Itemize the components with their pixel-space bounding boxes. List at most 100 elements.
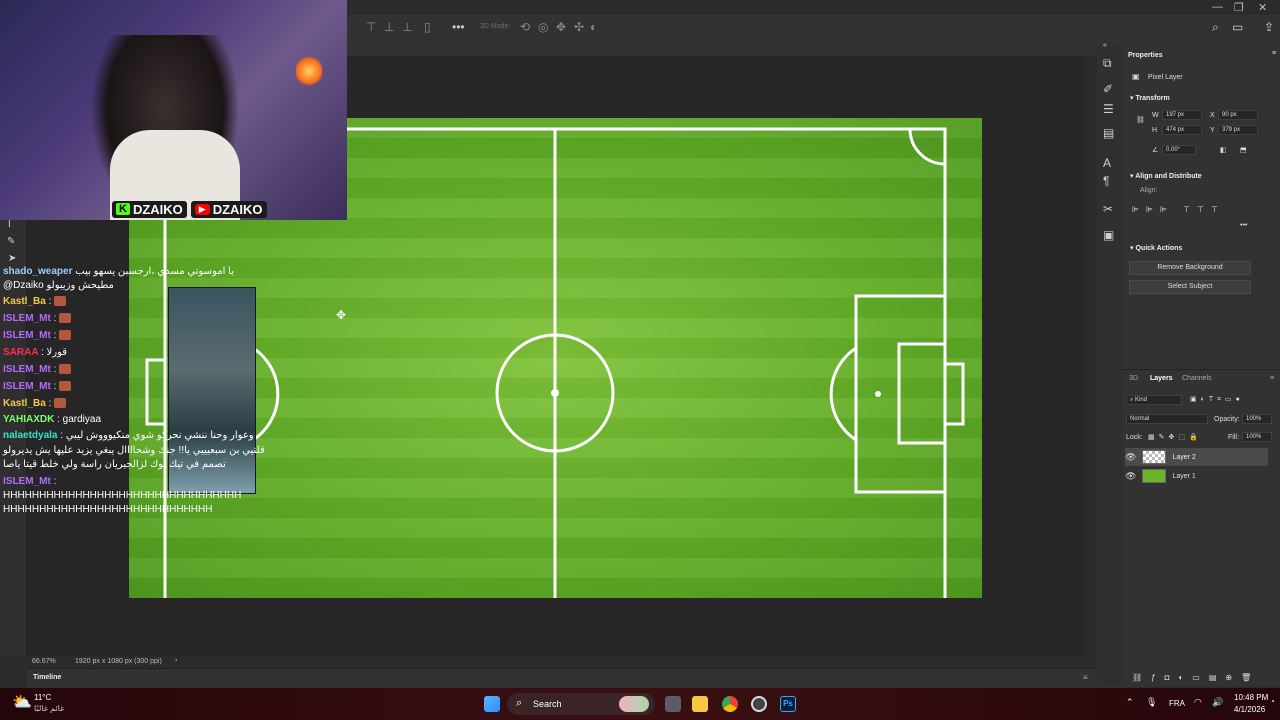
mic-icon[interactable]: 🎙 — [1146, 697, 1157, 708]
flip-vertical-icon[interactable]: ⬒ — [1240, 146, 1247, 154]
3d-camera-icon[interactable]: ◐ — [590, 20, 597, 34]
tools-icon[interactable]: ✂ — [1103, 202, 1113, 216]
chat-message: ISLEM_Mt : — [3, 364, 72, 375]
brush-icon[interactable]: ✐ — [1103, 82, 1113, 96]
tray-chevron-icon[interactable]: ⌃ — [1126, 697, 1134, 708]
chat-username: ISLEM_Mt — [3, 313, 54, 324]
tab-channels[interactable]: Channels — [1182, 375, 1212, 382]
zoom-level[interactable]: 66.67% — [32, 658, 56, 665]
3d-orbit-icon[interactable]: ⟲ — [520, 20, 530, 34]
share-icon[interactable]: ⇪ — [1264, 20, 1274, 34]
w-label: W — [1152, 112, 1159, 119]
align-right-icon[interactable]: ⊥ — [402, 20, 412, 34]
wifi-icon[interactable]: ◠ — [1194, 697, 1202, 708]
file-explorer-icon[interactable] — [692, 696, 708, 712]
more-align-icon[interactable]: ••• — [1240, 222, 1247, 229]
filter-kind-select[interactable]: ⌕ Kind — [1126, 395, 1182, 405]
opacity-field[interactable]: 100% — [1242, 414, 1272, 424]
layer-actions-icons[interactable]: ⛓ƒ◘◐▭▤⊕🗑 — [1132, 673, 1260, 682]
layer-row-1[interactable]: 👁 Layer 1 — [1125, 467, 1268, 485]
layer-row-2[interactable]: 👁 Layer 2 — [1125, 448, 1268, 466]
chat-username: Kastl_Ba — [3, 296, 49, 307]
timeline-tab[interactable]: Timeline — [33, 674, 61, 681]
align-center-icon[interactable]: ⊥ — [384, 20, 394, 34]
select-subject-button[interactable]: Select Subject — [1129, 280, 1251, 294]
properties-icon[interactable]: ▣ — [1103, 228, 1114, 242]
chat-message: ISLEM_Mt : — [3, 476, 56, 487]
filter-icons[interactable]: ▣◐T⌗▭● — [1190, 395, 1244, 404]
blend-mode-select[interactable]: Normal — [1126, 414, 1208, 424]
chat-text: يا اموسوتي مسدي ،ارجسبن يسهو بيب — [75, 266, 234, 277]
weather-icon[interactable]: ⛅ — [12, 692, 32, 712]
align-section[interactable]: ▾ Align and Distribute — [1130, 172, 1202, 180]
language-indicator[interactable]: FRA — [1169, 699, 1185, 708]
align-buttons-icon[interactable]: ⊫⊫⊫ ⊤⊤⊤ — [1132, 205, 1225, 214]
align-left-icon[interactable]: ⊤ — [366, 20, 376, 34]
task-view-icon[interactable] — [665, 696, 681, 712]
volume-icon[interactable]: 🔊 — [1212, 697, 1223, 708]
weather-temp[interactable]: 11°C — [34, 693, 51, 702]
paragraph-icon[interactable]: ¶ — [1103, 174, 1109, 188]
transform-section[interactable]: ▾ Transform — [1130, 94, 1170, 102]
chat-username: ISLEM_Mt — [3, 364, 54, 375]
lock-icons[interactable]: ▦✎✥⬚🔒 — [1148, 433, 1202, 441]
character-icon[interactable]: A — [1103, 156, 1111, 170]
kick-logo-icon: K — [116, 203, 130, 215]
remove-background-button[interactable]: Remove Background — [1129, 261, 1251, 275]
clock-time[interactable]: 10:48 PM — [1234, 693, 1268, 702]
eye-icon[interactable]: 👁 — [1125, 452, 1136, 463]
layer-name[interactable]: Layer 1 — [1172, 473, 1195, 480]
weather-desc[interactable]: غائم غالبًا — [34, 704, 64, 713]
y-field[interactable]: 379 px — [1218, 125, 1258, 135]
x-field[interactable]: 90 px — [1218, 110, 1258, 120]
chat-username: shado_weaper — [3, 266, 76, 277]
fill-field[interactable]: 100% — [1242, 432, 1272, 442]
chat-message: Kastl_Ba : — [3, 296, 67, 307]
minimize-icon[interactable]: — — [1212, 1, 1223, 13]
height-field[interactable]: 474 px — [1162, 125, 1202, 135]
adjustments-icon[interactable]: ☰ — [1103, 102, 1114, 116]
libraries-icon[interactable]: ▤ — [1103, 126, 1114, 140]
chat-message: ISLEM_Mt : — [3, 381, 72, 392]
chat-message: تصمم في تيك توك لزالجيريان راسة ولي خلط … — [3, 459, 226, 470]
more-options-icon[interactable]: ••• — [452, 20, 465, 34]
layer-thumbnail — [1142, 469, 1167, 483]
search-icon[interactable]: ⌕ — [1212, 20, 1219, 35]
close-icon[interactable]: ✕ — [1258, 1, 1267, 14]
link-icon[interactable]: ⛓ — [1136, 116, 1145, 124]
notification-icon[interactable]: ◔ — [1270, 697, 1275, 706]
tab-layers[interactable]: Layers — [1150, 375, 1173, 382]
panel-menu-icon[interactable]: ≡ — [1270, 375, 1274, 382]
stream-handles: K DZAIKO ▶ DZAIKO — [112, 199, 267, 219]
restore-icon[interactable]: ❐ — [1234, 1, 1244, 14]
pen-tool-icon[interactable]: ✎ — [7, 236, 15, 247]
3d-roll-icon[interactable]: ◎ — [538, 20, 548, 34]
type-tool-icon[interactable]: I — [8, 219, 11, 230]
tab-3d[interactable]: 3D — [1129, 375, 1138, 382]
document-info[interactable]: 1920 px x 1080 px (300 ppi) — [75, 658, 162, 665]
width-field[interactable]: 197 px — [1162, 110, 1202, 120]
panel-menu-icon[interactable]: ≡ — [1083, 673, 1088, 682]
layer-name[interactable]: Layer 2 — [1172, 454, 1195, 461]
panel-menu-icon[interactable]: ≡ — [1272, 50, 1276, 57]
3d-pan-icon[interactable]: ✥ — [556, 20, 566, 34]
search-box[interactable]: ⌕ Search — [507, 693, 655, 715]
photoshop-icon[interactable]: Ps — [780, 696, 796, 712]
emote-icon — [59, 381, 72, 392]
windows-start-icon[interactable] — [484, 696, 500, 712]
flip-horizontal-icon[interactable]: ◧ — [1220, 146, 1227, 154]
quick-actions-section[interactable]: ▾ Quick Actions — [1130, 244, 1182, 252]
history-icon[interactable]: ⧉ — [1103, 56, 1112, 71]
collapse-icon[interactable]: « — [1103, 42, 1107, 49]
clock-date[interactable]: 4/1/2026 — [1234, 705, 1265, 714]
chevron-right-icon[interactable]: › — [175, 657, 177, 664]
chrome-icon[interactable] — [722, 696, 738, 712]
workspace-icon[interactable]: ▭ — [1232, 20, 1243, 34]
eye-icon[interactable]: 👁 — [1125, 471, 1136, 482]
3d-slide-icon[interactable]: ✣ — [574, 20, 584, 34]
angle-field[interactable]: 0.00° — [1162, 145, 1196, 155]
obs-icon[interactable] — [751, 696, 767, 712]
chat-text: : — [53, 364, 57, 375]
chat-message: shado_weaper يا اموسوتي مسدي ،ارجسبن يسه… — [3, 266, 234, 277]
distribute-icon[interactable]: ▯ — [424, 20, 431, 34]
